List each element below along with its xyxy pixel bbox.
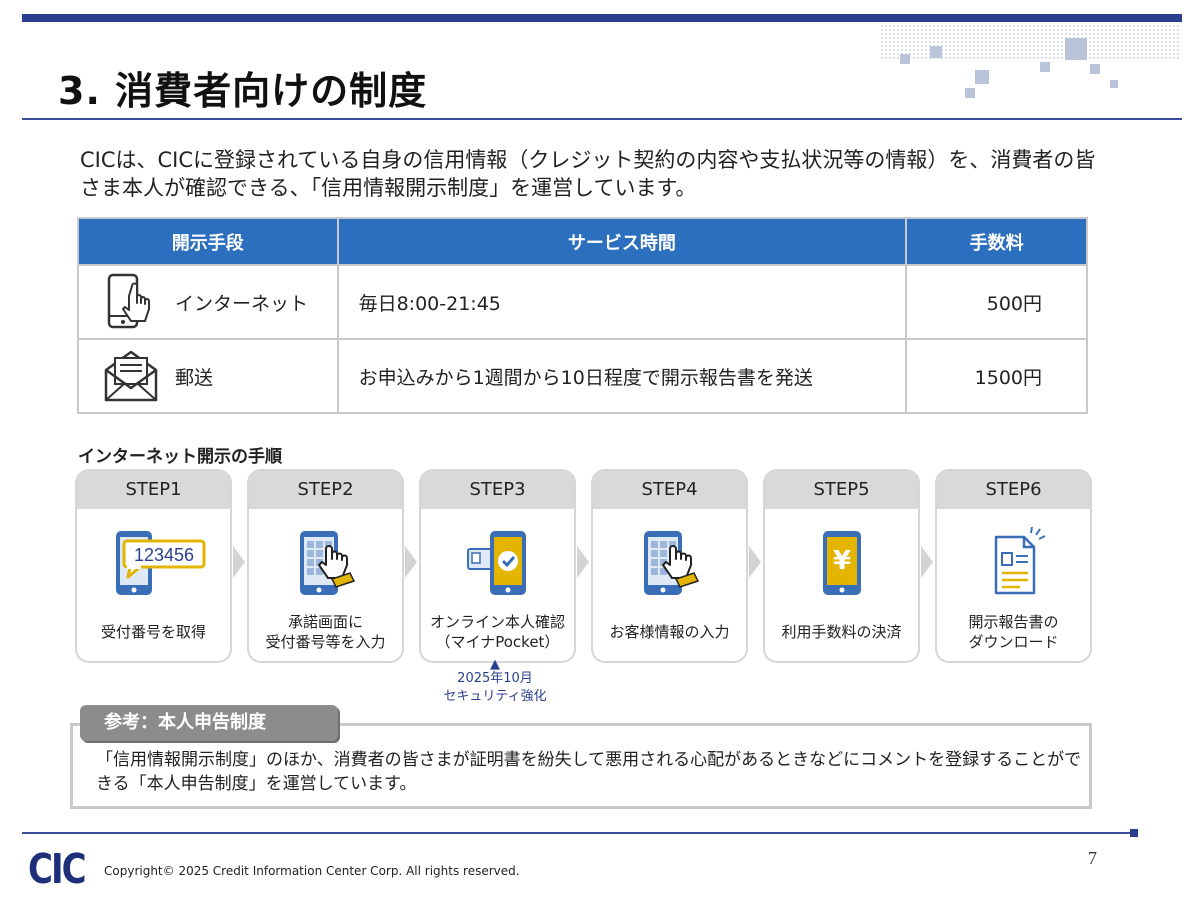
decorative-pattern (880, 24, 1180, 104)
header-fee: 手数料 (905, 217, 1088, 266)
step-card-4: STEP4 お客様情報の入力 (593, 471, 746, 661)
step-description: お客様情報の入力 (609, 623, 730, 641)
title-underline (22, 118, 1182, 120)
step-description: オンライン本人確認 （マイナPocket） (429, 613, 565, 651)
svg-text:123456: 123456 (133, 545, 193, 565)
step-description: 受付番号を取得 (100, 623, 206, 641)
fee-internet: 500円 (905, 264, 1088, 340)
phone-yen-payment-icon: ¥ (765, 525, 918, 605)
phone-input-icon (593, 525, 746, 605)
phone-input-icon (249, 525, 402, 605)
smartphone-touch-icon (101, 272, 161, 332)
top-accent-bar (22, 14, 1182, 22)
intro-text: CICは、CICに登録されている自身の信用情報（クレジット契約の内容や支払状況等… (80, 148, 1096, 200)
step-number: STEP4 (593, 471, 746, 509)
table-row: 郵送 お申込みから1週間から10日程度で開示報告書を発送 1500円 (77, 338, 1088, 414)
disclosure-method-table: 開示手段 サービス時間 手数料 インターネット 毎日8:00-21:45 500… (77, 217, 1088, 414)
page-number: 7 (1088, 848, 1097, 868)
document-download-icon (937, 525, 1090, 605)
page-title: 3. 消費者向けの制度 (58, 69, 428, 113)
step-description: 承諾画面に 受付番号等を入力 (265, 613, 386, 651)
method-mail-label: 郵送 (175, 366, 214, 389)
footer-rule-end (1130, 829, 1138, 837)
header-method: 開示手段 (77, 217, 339, 266)
service-time-internet: 毎日8:00-21:45 (336, 264, 908, 340)
step-number: STEP3 (421, 471, 574, 509)
reference-body-text: 「信用情報開示制度」のほか、消費者の皆さまが証明書を紛失して悪用される心配がある… (96, 750, 1082, 794)
fee-mail: 1500円 (905, 338, 1088, 414)
step-description: 利用手数料の決済 (781, 623, 902, 641)
step-card-2: STEP2 承諾画面に 受付番号等を入力 (249, 471, 402, 661)
cic-logo: CIC (28, 846, 87, 894)
footer-rule (22, 832, 1134, 834)
chevron-right-icon (405, 546, 417, 578)
step-number: STEP2 (249, 471, 402, 509)
step-number: STEP1 (77, 471, 230, 509)
step-number: STEP5 (765, 471, 918, 509)
step-card-5: STEP5 ¥ 利用手数料の決済 (765, 471, 918, 661)
copyright-text: Copyright© 2025 Credit Information Cente… (104, 864, 520, 878)
chevron-right-icon (749, 546, 761, 578)
step-card-6: STEP6 開示報告書の ダウンロード (937, 471, 1090, 661)
service-time-mail: お申込みから1週間から10日程度で開示報告書を発送 (336, 338, 908, 414)
header-service-hours: サービス時間 (336, 217, 908, 266)
step-description: 開示報告書の ダウンロード (968, 613, 1059, 651)
step-card-1: STEP1 123456 受付番号を取得 (77, 471, 230, 661)
step-card-3: STEP3 オンライン本人確認 （マイナPocket） (421, 471, 574, 661)
phone-id-verification-icon (421, 525, 574, 605)
chevron-right-icon (921, 546, 933, 578)
security-note: 2025年10月 セキュリティ強化 (443, 671, 547, 704)
phone-receipt-number-icon: 123456 (77, 525, 230, 605)
svg-text:¥: ¥ (832, 546, 850, 576)
chevron-right-icon (233, 546, 245, 578)
method-internet-label: インターネット (175, 292, 309, 315)
steps-heading: インターネット開示の手順 (78, 447, 282, 467)
step-number: STEP6 (937, 471, 1090, 509)
chevron-right-icon (577, 546, 589, 578)
table-row: インターネット 毎日8:00-21:45 500円 (77, 264, 1088, 340)
reference-tab-label: 参考：本人申告制度 (80, 705, 338, 741)
mail-envelope-icon (101, 346, 161, 406)
